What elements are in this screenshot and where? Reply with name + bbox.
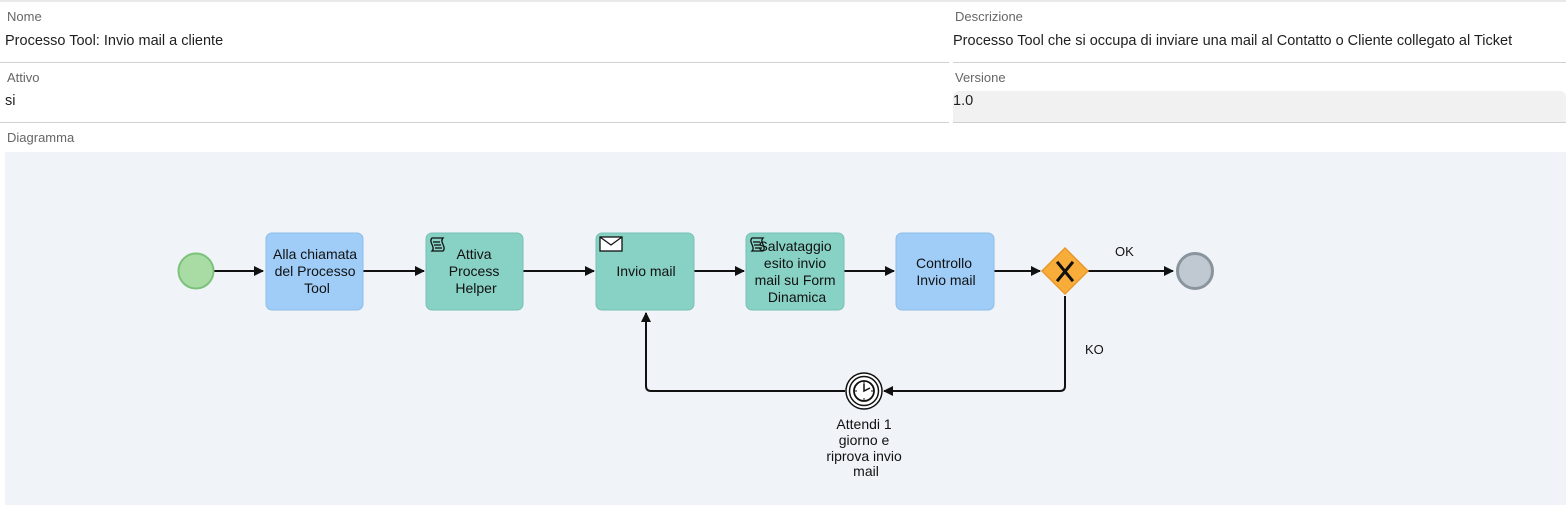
task-label: Invio mail: [616, 263, 675, 279]
flow-timer-t3[interactable]: [641, 312, 845, 392]
bpmn-diagram[interactable]: Alla chiamata del Processo Tool Attiva P…: [0, 0, 1566, 505]
task-invio-mail[interactable]: Invio mail: [595, 232, 695, 311]
task-alla-chiamata[interactable]: Alla chiamata del Processo Tool: [265, 232, 364, 311]
task-salvataggio-esito[interactable]: Salvataggio esito invio mail su Form Din…: [745, 232, 845, 311]
start-event[interactable]: [177, 252, 215, 290]
end-event[interactable]: [1176, 252, 1214, 290]
edge-label-ok: OK: [1115, 244, 1134, 259]
task-controllo-invio-mail[interactable]: Controllo Invio mail: [895, 232, 995, 311]
edge-label-ko: KO: [1085, 342, 1104, 357]
task-label: Controllo Invio mail: [916, 255, 976, 288]
timer-label: Attendi 1 giorno e riprova invio mail: [826, 416, 905, 479]
exclusive-gateway[interactable]: [1040, 246, 1090, 296]
task-attiva-process-helper[interactable]: Attiva Process Helper: [425, 232, 524, 311]
clock-icon: [853, 380, 875, 402]
timer-event[interactable]: Attendi 1 giorno e riprova invio mail: [826, 372, 905, 479]
task-label: Attiva Process Helper: [449, 246, 503, 296]
envelope-icon: [599, 236, 623, 252]
